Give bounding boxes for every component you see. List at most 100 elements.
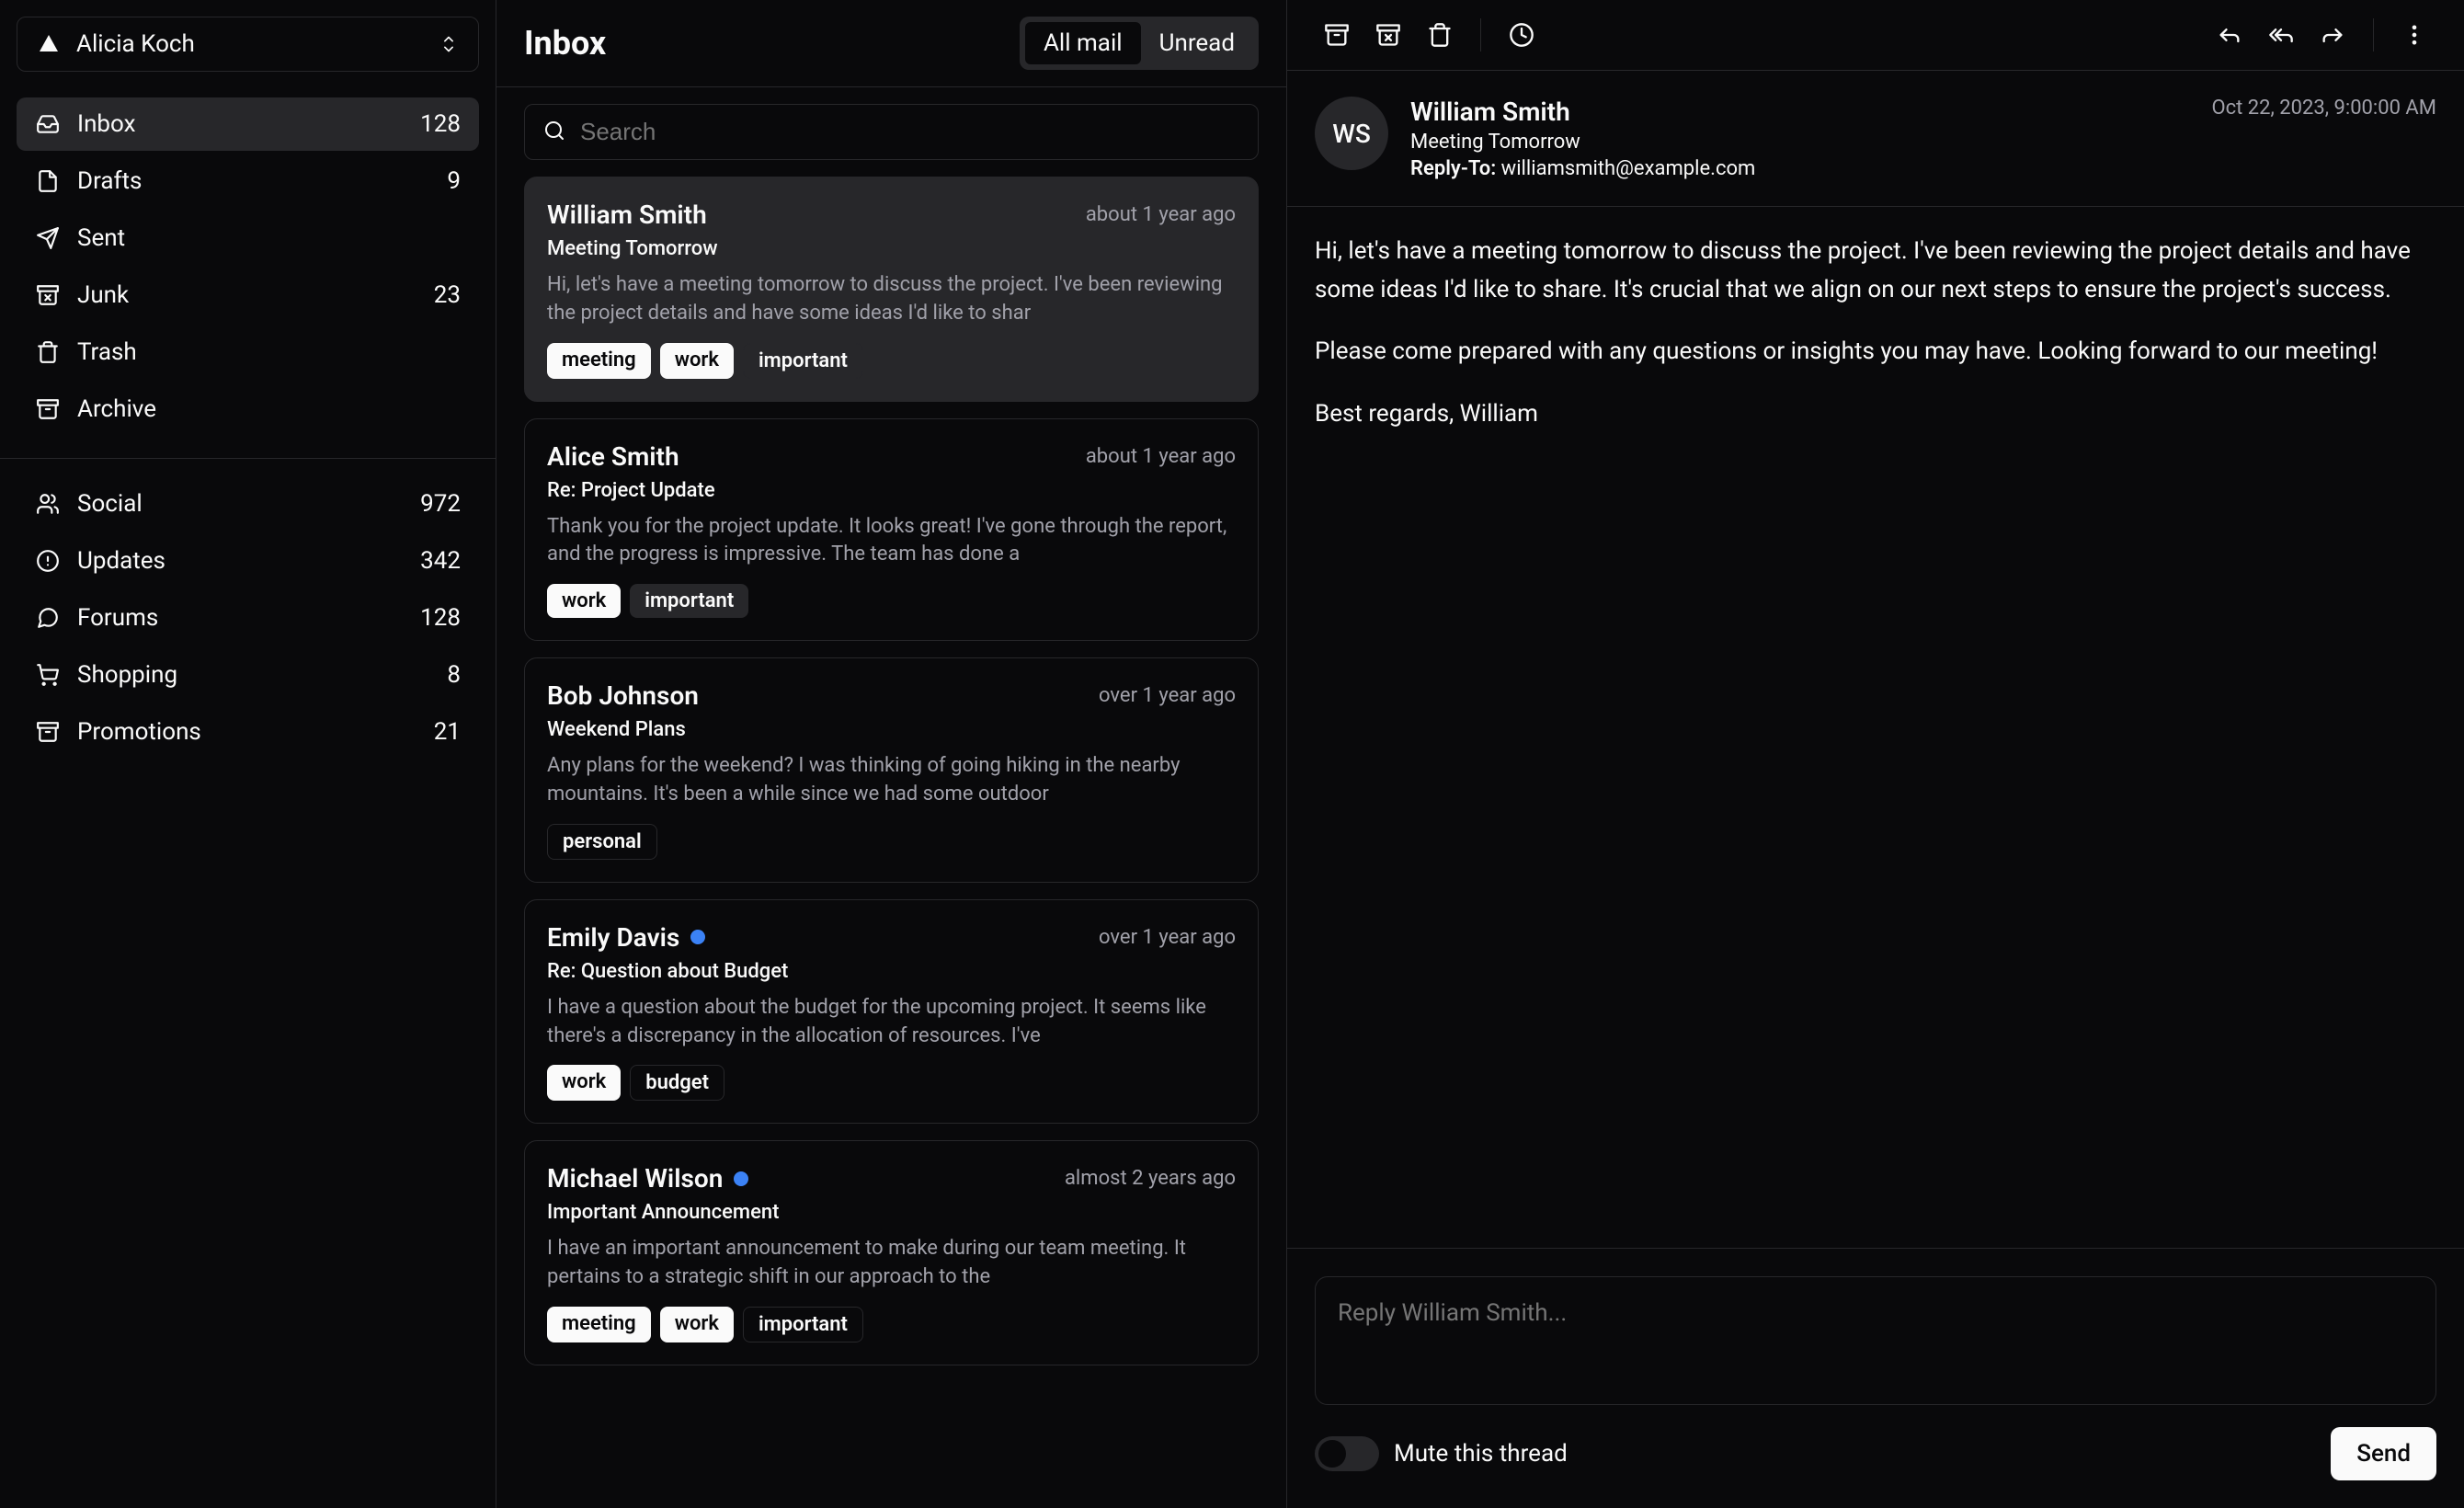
tab-unread[interactable]: Unread xyxy=(1141,22,1253,64)
email-sender: Michael Wilson xyxy=(547,1163,748,1194)
junk-button[interactable] xyxy=(1366,13,1410,57)
toggle-switch[interactable] xyxy=(1315,1436,1379,1471)
snooze-button[interactable] xyxy=(1500,13,1544,57)
nav-label: Archive xyxy=(77,395,444,423)
email-tags: work budget xyxy=(547,1065,1236,1101)
email-sender: Alice Smith xyxy=(547,441,679,472)
detail-subject: Meeting Tomorrow xyxy=(1410,131,2189,154)
nav-label: Junk xyxy=(77,281,417,309)
nav-count: 8 xyxy=(447,661,461,689)
archive-button[interactable] xyxy=(1315,13,1359,57)
tag: meeting xyxy=(547,1307,651,1342)
inbox-icon xyxy=(35,111,61,137)
archive-icon xyxy=(35,396,61,422)
email-tags: work important xyxy=(547,584,1236,618)
tag: work xyxy=(547,584,621,618)
nav-label: Shopping xyxy=(77,661,430,689)
message-icon xyxy=(35,605,61,631)
forward-button[interactable] xyxy=(2310,13,2355,57)
archive-icon xyxy=(35,719,61,745)
nav-label: Social xyxy=(77,490,404,518)
nav-count: 23 xyxy=(434,281,461,309)
unread-dot-icon xyxy=(690,930,705,944)
nav-item-trash[interactable]: Trash xyxy=(17,326,479,379)
email-time: over 1 year ago xyxy=(1099,926,1236,949)
reply-button[interactable] xyxy=(2207,13,2252,57)
reply-all-button[interactable] xyxy=(2259,13,2303,57)
email-preview: I have an important announcement to make… xyxy=(547,1235,1236,1292)
email-item[interactable]: Bob Johnson over 1 year ago Weekend Plan… xyxy=(524,657,1259,883)
nav-item-archive[interactable]: Archive xyxy=(17,383,479,436)
avatar: WS xyxy=(1315,97,1388,170)
search-box[interactable] xyxy=(524,104,1259,160)
reply-section: Mute this thread Send xyxy=(1287,1248,2464,1508)
trash-button[interactable] xyxy=(1418,13,1462,57)
email-item[interactable]: Michael Wilson almost 2 years ago Import… xyxy=(524,1140,1259,1365)
nav-label: Promotions xyxy=(77,718,417,746)
email-list[interactable]: William Smith about 1 year ago Meeting T… xyxy=(496,177,1286,1508)
cart-icon xyxy=(35,662,61,688)
nav-label: Updates xyxy=(77,547,404,575)
nav-count: 21 xyxy=(434,718,461,746)
tag: work xyxy=(547,1065,621,1101)
nav-item-junk[interactable]: Junk 23 xyxy=(17,268,479,322)
tag: work xyxy=(660,1307,734,1342)
email-tags: meeting work important xyxy=(547,1307,1236,1342)
send-button[interactable]: Send xyxy=(2331,1427,2436,1480)
mute-label: Mute this thread xyxy=(1394,1440,1568,1468)
email-time: about 1 year ago xyxy=(1086,203,1236,226)
nav-item-social[interactable]: Social 972 xyxy=(17,477,479,531)
nav-label: Trash xyxy=(77,338,444,366)
nav-label: Drafts xyxy=(77,167,430,195)
nav-item-forums[interactable]: Forums 128 xyxy=(17,591,479,645)
search-input[interactable] xyxy=(580,118,1239,146)
email-subject: Re: Question about Budget xyxy=(547,960,1236,983)
account-switcher[interactable]: Alicia Koch xyxy=(17,17,479,72)
email-subject: Important Announcement xyxy=(547,1201,1236,1224)
nav-secondary: Social 972 Updates 342 Forums 128 Shoppi… xyxy=(0,468,496,771)
mute-toggle[interactable]: Mute this thread xyxy=(1315,1436,1568,1471)
reply-input[interactable] xyxy=(1338,1299,2413,1354)
nav-count: 342 xyxy=(420,547,461,575)
nav-label: Inbox xyxy=(77,110,404,138)
detail-reply-to: Reply-To: williamsmith@example.com xyxy=(1410,157,2189,180)
body-paragraph: Please come prepared with any questions … xyxy=(1315,333,2436,371)
email-subject: Weekend Plans xyxy=(547,718,1236,741)
email-subject: Re: Project Update xyxy=(547,479,1236,502)
email-sender: William Smith xyxy=(547,200,707,230)
nav-item-promotions[interactable]: Promotions 21 xyxy=(17,705,479,759)
account-name: Alicia Koch xyxy=(76,30,423,58)
nav-label: Forums xyxy=(77,604,404,632)
reply-box[interactable] xyxy=(1315,1276,2436,1405)
email-preview: I have a question about the budget for t… xyxy=(547,994,1236,1051)
nav-item-sent[interactable]: Sent xyxy=(17,211,479,265)
send-icon xyxy=(35,225,61,251)
inbox-title: Inbox xyxy=(524,24,606,63)
nav-item-shopping[interactable]: Shopping 8 xyxy=(17,648,479,702)
chevron-down-icon xyxy=(438,33,460,55)
tag: personal xyxy=(547,824,657,860)
trash-icon xyxy=(35,339,61,365)
tag: important xyxy=(630,584,748,618)
nav-item-inbox[interactable]: Inbox 128 xyxy=(17,97,479,151)
email-time: about 1 year ago xyxy=(1086,445,1236,468)
detail-toolbar xyxy=(1287,0,2464,71)
email-item[interactable]: Emily Davis over 1 year ago Re: Question… xyxy=(524,899,1259,1125)
detail-header: WS William Smith Meeting Tomorrow Reply-… xyxy=(1287,71,2464,207)
tab-all-mail[interactable]: All mail xyxy=(1025,22,1141,64)
email-tags: meeting work important xyxy=(547,343,1236,379)
nav-count: 9 xyxy=(447,167,461,195)
email-preview: Hi, let's have a meeting tomorrow to dis… xyxy=(547,271,1236,328)
nav-item-drafts[interactable]: Drafts 9 xyxy=(17,154,479,208)
tag: important xyxy=(743,343,863,379)
email-item[interactable]: Alice Smith about 1 year ago Re: Project… xyxy=(524,418,1259,642)
nav-count: 128 xyxy=(420,110,461,138)
detail-sender: William Smith xyxy=(1410,97,2189,127)
more-button[interactable] xyxy=(2392,13,2436,57)
nav-item-updates[interactable]: Updates 342 xyxy=(17,534,479,588)
tag: budget xyxy=(630,1065,724,1101)
body-paragraph: Best regards, William xyxy=(1315,395,2436,434)
email-item[interactable]: William Smith about 1 year ago Meeting T… xyxy=(524,177,1259,402)
email-subject: Meeting Tomorrow xyxy=(547,237,1236,260)
email-time: over 1 year ago xyxy=(1099,684,1236,707)
